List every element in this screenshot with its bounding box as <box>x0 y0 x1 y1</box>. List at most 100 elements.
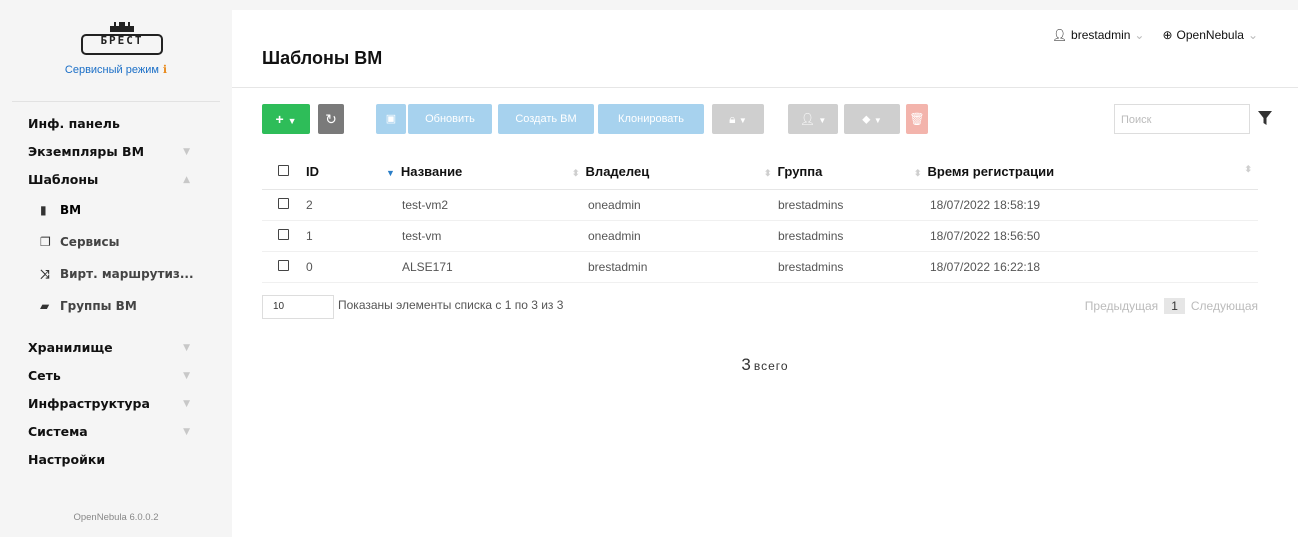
sidebar-item-label: Экземпляры ВМ <box>28 144 145 159</box>
logo[interactable]: БРЕСТ Сервисный режим ℹ <box>12 10 220 90</box>
marketplace-button[interactable]: ▣ <box>376 104 406 134</box>
user-menu[interactable]: brestadmin <box>1071 28 1130 42</box>
cell-owner: brestadmin <box>572 251 764 283</box>
sidebar-subitem-vm-templates[interactable]: ▮ ВМ <box>12 194 220 226</box>
sort-icon: ⬍ <box>1244 164 1252 175</box>
sidebar-subitem-vrouters[interactable]: ⤨ Вирт. маршрутиз... <box>12 258 220 290</box>
cell-name: ALSE171 <box>386 251 572 283</box>
chevron-down-icon: ▼ <box>183 147 190 157</box>
cell-group: brestadmins <box>764 189 914 221</box>
sidebar-subitem-services[interactable]: ❐ Сервисы <box>12 226 220 258</box>
cell-time: 18/07/2022 16:22:18 <box>914 251 1258 283</box>
sort-icon: ⬍ <box>572 168 580 179</box>
total-count: 3 <box>741 355 751 374</box>
sidebar-item-infrastructure[interactable]: Инфраструктура ▼ <box>12 390 220 418</box>
table-footer: 10 Показаны элементы списка с 1 по 3 из … <box>262 295 1258 319</box>
column-header-group[interactable]: ⬍ Группа <box>764 155 914 190</box>
logo-text: БРЕСТ <box>100 34 144 47</box>
column-header-label: Время регистрации <box>927 164 1055 180</box>
column-header-name[interactable]: ▼ Название <box>386 155 572 190</box>
mode-indicator[interactable]: Сервисный режим ℹ <box>12 63 220 76</box>
table-row[interactable]: 1 test-vm oneadmin brestadmins 18/07/202… <box>262 220 1258 252</box>
delete-button[interactable]: 🗑︎ <box>906 104 928 134</box>
lock-menu-button[interactable]: 🔒︎ ▼ <box>712 104 764 134</box>
row-checkbox[interactable] <box>278 197 289 209</box>
table-header-row: ID ▼ Название ⬍ Владелец ⬍ Группа ⬍ Время ре… <box>262 155 1258 190</box>
sidebar-item-dashboard[interactable]: Инф. панель <box>12 110 220 138</box>
page-1-button[interactable]: 1 <box>1164 298 1185 314</box>
toolbar: + ▼ ↻ ▣ Обновить Создать ВМ Клонировать … <box>262 104 1272 134</box>
sidebar-item-label: Сеть <box>28 368 61 383</box>
clone-button[interactable]: Клонировать <box>598 104 704 134</box>
lock-icon: 🔒︎ <box>729 112 736 126</box>
templates-table: ID ▼ Название ⬍ Владелец ⬍ Группа ⬍ Время ре… <box>262 155 1258 283</box>
update-button[interactable]: Обновить <box>408 104 492 134</box>
cell-name: test-vm <box>386 220 572 252</box>
total-summary: 3 всего <box>232 355 1298 375</box>
cell-id: 1 <box>306 220 386 252</box>
row-checkbox[interactable] <box>278 259 289 271</box>
table-row[interactable]: 0 ALSE171 brestadmin brestadmins 18/07/2… <box>262 251 1258 283</box>
user-icon: 👤︎ <box>1051 28 1068 42</box>
sort-icon: ⬍ <box>914 168 922 179</box>
chevron-down-icon: ▼ <box>183 343 190 353</box>
cart-icon: ▣ <box>385 113 397 125</box>
column-header-label: Название <box>400 164 463 180</box>
sidebar-item-storage[interactable]: Хранилище ▼ <box>12 334 220 362</box>
column-header-id[interactable]: ID <box>306 155 386 190</box>
table-row[interactable]: 2 test-vm2 oneadmin brestadmins 18/07/20… <box>262 189 1258 221</box>
owner-menu-button[interactable]: 👤︎ ▼ <box>788 104 838 134</box>
page-length-select[interactable]: 10 <box>262 295 334 319</box>
filter-icon[interactable] <box>1258 109 1272 127</box>
chevron-down-icon[interactable]: ⌄ <box>1248 28 1258 42</box>
cell-time: 18/07/2022 18:56:50 <box>914 220 1258 252</box>
chevron-down-icon[interactable]: ⌄ <box>1134 28 1144 42</box>
page-title: Шаблоны ВМ <box>262 48 383 68</box>
chevron-down-icon: ▼ <box>183 427 190 437</box>
sidebar-subitem-vm-groups[interactable]: ▰ Группы ВМ <box>12 290 220 322</box>
sidebar-item-settings[interactable]: Настройки <box>12 446 220 474</box>
create-button[interactable]: + ▼ <box>262 104 310 134</box>
create-vm-button[interactable]: Создать ВМ <box>498 104 594 134</box>
sidebar-item-templates[interactable]: Шаблоны ▲ <box>12 166 220 194</box>
cell-owner: oneadmin <box>572 220 764 252</box>
info-icon[interactable]: ℹ <box>163 64 167 76</box>
plus-icon: + <box>275 111 284 127</box>
next-page-button[interactable]: Следующая <box>1191 299 1258 313</box>
column-header-registration-time[interactable]: ⬍ Время регистрации ⬍ <box>914 155 1258 190</box>
chevron-down-icon: ▼ <box>183 371 190 381</box>
pagination: Предыдущая 1 Следующая <box>1085 298 1258 314</box>
sidebar-item-system[interactable]: Система ▼ <box>12 418 220 446</box>
sidebar-item-network[interactable]: Сеть ▼ <box>12 362 220 390</box>
version-label: OpenNebula 6.0.0.2 <box>73 512 159 523</box>
tag-icon: ⬥ <box>862 112 871 126</box>
sidebar-item-label: Шаблоны <box>28 172 99 187</box>
cell-group: brestadmins <box>764 251 914 283</box>
sort-desc-icon: ▼ <box>386 168 395 179</box>
labels-menu-button[interactable]: ⬥ ▼ <box>844 104 900 134</box>
caret-down-icon: ▼ <box>818 116 827 125</box>
sort-icon: ⬍ <box>764 168 772 179</box>
sidebar-item-label: Хранилище <box>28 340 113 355</box>
sidebar-item-label: Система <box>28 424 88 439</box>
cell-owner: oneadmin <box>572 189 764 221</box>
mode-label: Сервисный режим <box>64 64 159 76</box>
prev-page-button[interactable]: Предыдущая <box>1085 299 1158 313</box>
sidebar-nav: Инф. панель Экземпляры ВМ ▼ Шаблоны ▲ ▮ ВМ … <box>12 110 220 474</box>
caret-down-icon: ▼ <box>738 116 747 125</box>
sidebar-subitem-label: ВМ <box>60 203 82 217</box>
random-icon: ⤨ <box>40 267 50 281</box>
column-header-owner[interactable]: ⬍ Владелец <box>572 155 764 190</box>
sidebar-item-label: Инфраструктура <box>28 396 150 411</box>
cell-name: test-vm2 <box>386 189 572 221</box>
row-checkbox[interactable] <box>278 228 289 240</box>
top-user-menu: 👤︎ brestadmin ⌄ ⊕ OpenNebula ⌄ <box>1048 28 1258 42</box>
select-all-checkbox-cell <box>262 155 306 190</box>
select-all-checkbox[interactable] <box>278 165 289 177</box>
search-input[interactable]: Поиск <box>1114 104 1250 134</box>
main-panel: Шаблоны ВМ 👤︎ brestadmin ⌄ ⊕ OpenNebula ⌄ + ▼… <box>232 10 1298 537</box>
header-divider <box>232 87 1298 88</box>
refresh-button[interactable]: ↻ <box>318 104 344 134</box>
zone-menu[interactable]: OpenNebula <box>1177 28 1244 42</box>
sidebar-item-vms[interactable]: Экземпляры ВМ ▼ <box>12 138 220 166</box>
